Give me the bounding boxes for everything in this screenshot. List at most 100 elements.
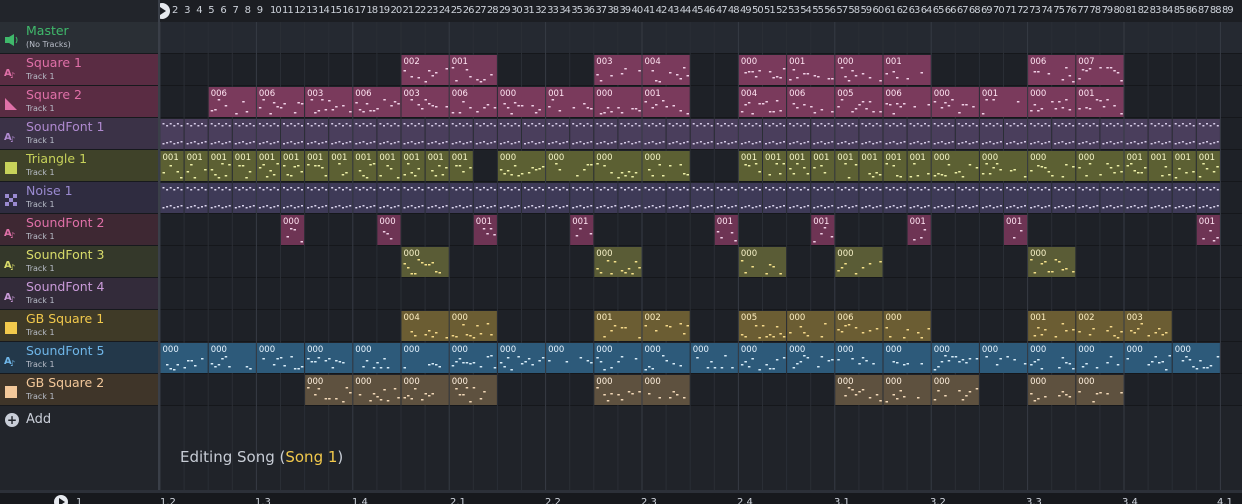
track-name[interactable]: SoundFont 2 (26, 215, 105, 230)
soundfont-icon[interactable]: A ♪ (4, 224, 18, 240)
soundfont-icon[interactable]: A ♪ (4, 352, 18, 368)
track-header-9[interactable]: GB Square 1 Track 1 (0, 310, 158, 342)
soundfont-icon[interactable]: A ♪ (4, 64, 18, 80)
note-mark (820, 141, 823, 143)
note-mark (558, 110, 562, 112)
pattern-grid[interactable]: 002 001 003 004 000 001 000 001 006 007006 006 003 0… (160, 22, 1242, 490)
note-mark (562, 187, 565, 189)
note-mark (201, 206, 203, 208)
note-mark (317, 388, 321, 390)
square-icon[interactable] (4, 320, 18, 334)
add-label[interactable]: Add (26, 412, 51, 427)
note-mark (201, 142, 203, 144)
track-name[interactable]: SoundFont 3 (26, 247, 105, 262)
note-mark (992, 125, 995, 127)
track-row-bg[interactable] (160, 278, 1242, 310)
playhead-icon[interactable] (160, 3, 170, 19)
track-name[interactable]: Triangle 1 (26, 151, 87, 166)
track-name[interactable]: GB Square 1 (26, 311, 104, 326)
track-header-0[interactable]: Master (No Tracks) (0, 22, 158, 54)
track-name[interactable]: SoundFont 4 (26, 279, 105, 294)
note-mark (607, 125, 610, 127)
note-mark (620, 399, 624, 401)
soundfont-icon[interactable]: A ♪ (4, 256, 18, 272)
note-mark (1106, 163, 1109, 165)
note-mark (627, 141, 630, 143)
track-header-10[interactable]: A ♪ SoundFont 5 Track 1 (0, 342, 158, 374)
speaker-icon[interactable] (4, 32, 18, 46)
track-header-8[interactable]: A ♪ SoundFont 4 Track 1 (0, 278, 158, 310)
clip-label: 006 (886, 89, 902, 99)
checker-icon[interactable] (4, 192, 18, 206)
note-mark (992, 167, 995, 169)
note-mark (775, 100, 779, 102)
track-header-4[interactable]: Triangle 1 Track 1 (0, 150, 158, 182)
note-mark (634, 187, 637, 189)
square-icon[interactable] (4, 384, 18, 398)
note-mark (228, 164, 231, 166)
note-mark (193, 177, 197, 179)
note-mark (758, 171, 761, 173)
track-header-6[interactable]: A ♪ SoundFont 2 Track 1 (0, 214, 158, 246)
note-mark (321, 123, 324, 125)
plus-icon[interactable]: + (5, 413, 19, 427)
bar-ruler[interactable]: 2 3 4 5 6 7 8 9 10 11 12 13 14 15 16 17 18 19 20 21 22 23 24 25… (160, 0, 1242, 22)
note-mark (796, 187, 799, 189)
track-name[interactable]: SoundFont 5 (26, 343, 105, 358)
note-mark (878, 174, 882, 176)
clip-label: 001 (861, 153, 877, 163)
song-name[interactable]: Song 1 (285, 448, 337, 466)
soundfont-icon[interactable]: A ♪ (4, 288, 18, 304)
track-row-bg[interactable] (160, 22, 1242, 54)
bottom-ruler[interactable]: 1 1.2 1.3 1.4 2.1 2.2 2.3 2.4 3.1 3.2 3.3 3.4 4.1 (0, 490, 1242, 504)
note-mark (551, 189, 554, 191)
note-mark (527, 142, 530, 144)
note-mark (186, 123, 189, 125)
note-mark (499, 143, 502, 145)
track-header-11[interactable]: GB Square 2 Track 1 (0, 374, 158, 406)
track-name[interactable]: Square 1 (26, 55, 82, 70)
note-mark (1024, 125, 1026, 127)
track-name[interactable]: SoundFont 1 (26, 119, 105, 134)
track-header-2[interactable]: Square 2 Track 1 (0, 86, 158, 118)
note-mark (458, 112, 462, 114)
note-mark (606, 107, 610, 109)
square-icon[interactable] (4, 160, 18, 174)
track-header-1[interactable]: A ♪ Square 1 Track 1 (0, 54, 158, 86)
note-mark (885, 73, 888, 75)
track-header-3[interactable]: A ♪ SoundFont 1 Track 1 (0, 118, 158, 150)
note-mark (620, 270, 624, 272)
note-mark (675, 205, 678, 207)
clip-label: 000 (741, 249, 757, 259)
track-name[interactable]: GB Square 2 (26, 375, 104, 390)
note-mark (321, 99, 324, 101)
note-mark (469, 189, 472, 191)
clip-label: 000 (596, 249, 612, 259)
note-mark (538, 187, 541, 189)
note-mark (1057, 189, 1060, 191)
playhead-icon[interactable] (54, 495, 68, 504)
note-mark (1147, 335, 1150, 337)
song-timeline[interactable]: 2 3 4 5 6 7 8 9 10 11 12 13 14 15 16 17 18 19 20 21 22 23 24 25… (158, 0, 1242, 490)
track-header-5[interactable]: Noise 1 Track 1 (0, 182, 158, 214)
track-row-bg[interactable] (160, 214, 1242, 246)
note-mark (775, 207, 778, 209)
note-mark (524, 187, 526, 189)
note-mark (903, 189, 906, 191)
soundfont-icon[interactable]: A ♪ (4, 128, 18, 144)
track-name[interactable]: Master (26, 23, 69, 38)
note-mark (992, 189, 995, 191)
note-mark (349, 205, 352, 207)
ramp-icon[interactable] (4, 96, 18, 110)
track-name[interactable]: Square 2 (26, 87, 82, 102)
ruler-number: 77 (1077, 5, 1089, 16)
track-name[interactable]: Noise 1 (26, 183, 73, 198)
track-row-bg[interactable] (160, 246, 1242, 278)
note-mark (176, 123, 179, 125)
note-mark (676, 394, 679, 396)
note-mark (228, 125, 231, 127)
note-mark (1088, 108, 1092, 110)
track-header-7[interactable]: A ♪ SoundFont 3 Track 1 (0, 246, 158, 278)
note-mark (620, 327, 624, 329)
add-track-button[interactable]: + Add (0, 405, 158, 435)
